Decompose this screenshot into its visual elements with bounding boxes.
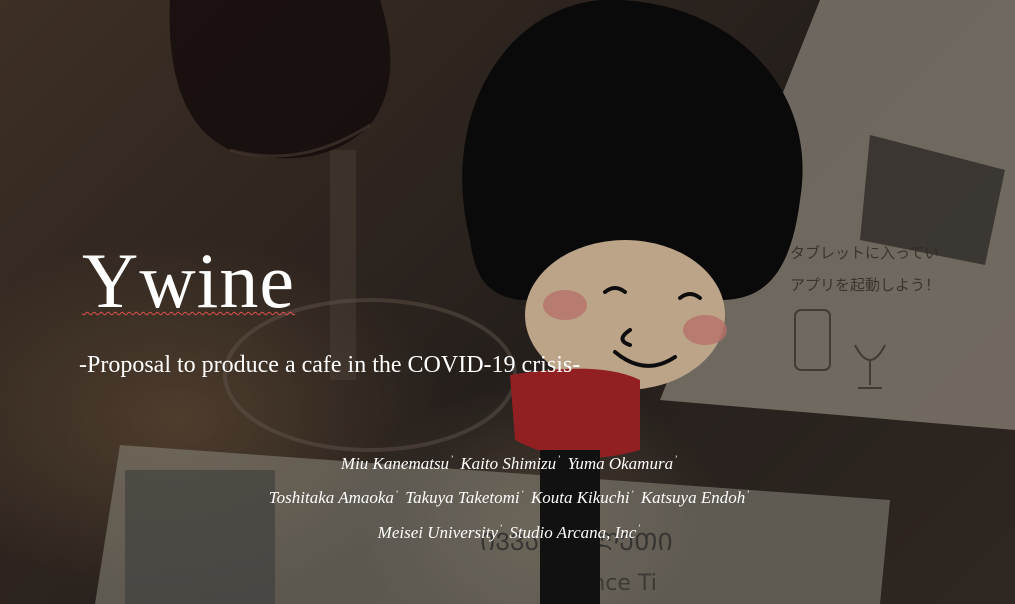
author-name: Takuya Taketomi	[405, 488, 520, 508]
affiliation-mark: ’	[637, 523, 641, 534]
affiliation-mark: ’	[557, 454, 561, 464]
slide-title-text: Ywine	[82, 237, 295, 324]
affiliation-mark: ’	[499, 523, 503, 534]
author-name: Miu Kanematsu	[340, 453, 450, 473]
slide-title: Ywine	[82, 242, 295, 320]
author-name: Yuma Okamura	[567, 453, 674, 473]
affiliation-mark: ’	[394, 488, 398, 499]
affiliation-line: Meisei University’ Studio Arcana, Inc’	[0, 513, 1015, 548]
affiliation-mark: ’	[746, 488, 750, 499]
author-line-1: Miu Kanematsu’ Kaito Shimizu’ Yuma Okamu…	[0, 444, 1015, 479]
affiliation-name: Studio Arcana, Inc	[509, 522, 637, 542]
author-line-2: Toshitaka Amaoka’ Takuya Taketomi’ Kouta…	[0, 479, 1015, 514]
author-block: Miu Kanematsu’ Kaito Shimizu’ Yuma Okamu…	[0, 444, 1015, 548]
affiliation-name: Meisei University	[377, 522, 499, 542]
author-name: Toshitaka Amaoka	[268, 488, 394, 508]
affiliation-mark: ’	[520, 488, 524, 499]
affiliation-mark: ’	[630, 488, 634, 499]
author-name: Kaito Shimizu	[460, 453, 557, 473]
author-name: Kouta Kikuchi	[530, 488, 630, 508]
slide-subtitle: -Proposal to produce a cafe in the COVID…	[79, 352, 581, 378]
affiliation-mark: ’	[450, 454, 454, 464]
title-slide: タブレットに入ってい アプリを起動しよう！ ᲘᲕᲕᲐᲡ ᲑᲘᲚᲔᲗᲘ n Dan…	[0, 0, 1015, 604]
affiliation-mark: ’	[674, 454, 678, 464]
author-name: Katsuya Endoh	[640, 488, 746, 508]
